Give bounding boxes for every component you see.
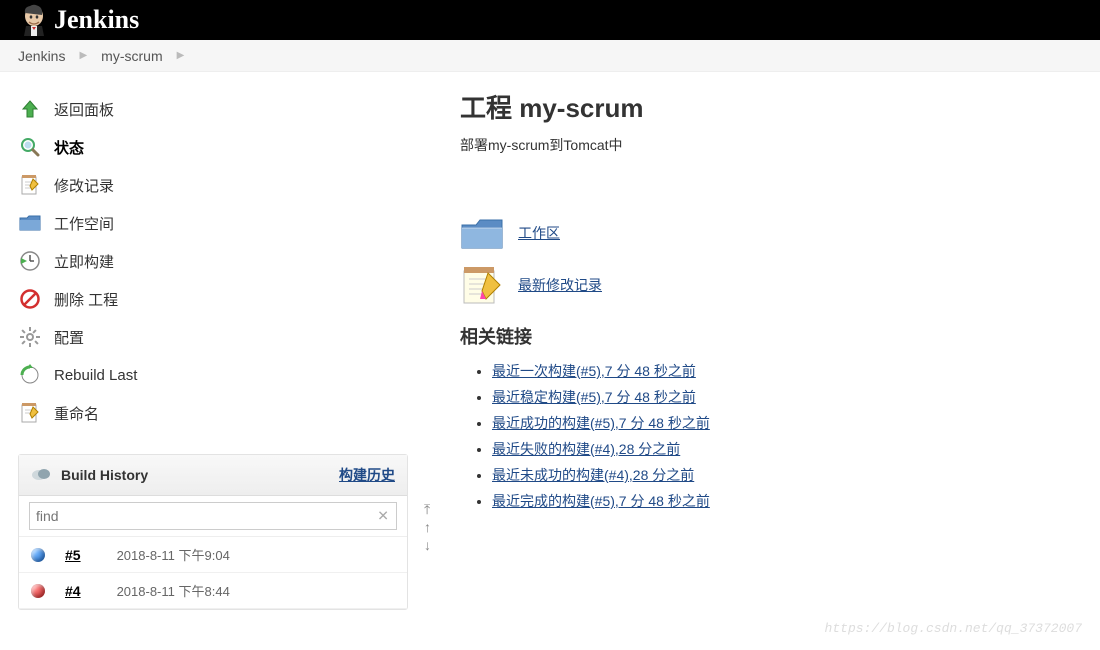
sidebar-item-label: 删除 工程 — [54, 289, 118, 310]
sidebar-item-label: 重命名 — [54, 403, 99, 424]
sidebar-item-rebuild[interactable]: Rebuild Last — [18, 356, 420, 394]
top-bar: Jenkins — [0, 0, 1100, 40]
related-link[interactable]: 最近稳定构建(#5),7 分 48 秒之前 — [492, 389, 696, 405]
up-arrow-icon — [18, 97, 42, 121]
logo-text: Jenkins — [54, 5, 139, 35]
breadcrumbs: Jenkins ▶ my-scrum ▶ — [0, 40, 1100, 72]
sidebar: 返回面板 状态 修改记录 工作空间 立即构建 — [0, 72, 420, 610]
status-ball-failed-icon — [31, 584, 45, 598]
page-title: 工程 my-scrum — [460, 88, 1082, 125]
related-link[interactable]: 最近成功的构建(#5),7 分 48 秒之前 — [492, 415, 710, 431]
weather-icon — [31, 467, 51, 483]
sidebar-item-label: 返回面板 — [54, 99, 114, 120]
list-item: 最近失败的构建(#4),28 分之前 — [492, 439, 1082, 459]
workspace-link[interactable]: 工作区 — [518, 223, 560, 243]
history-scroll-controls: ⤒ ↑ ↓ — [424, 502, 431, 552]
related-link[interactable]: 最近一次构建(#5),7 分 48 秒之前 — [492, 363, 696, 379]
page-description: 部署my-scrum到Tomcat中 — [460, 135, 1082, 155]
build-row[interactable]: #4 2018-8-11 下午8:44 — [19, 573, 407, 609]
folder-large-icon — [460, 215, 504, 251]
build-history-body: ✕ ⤒ ↑ ↓ #5 2018-8-11 下午9:04 #4 2018-8-11… — [19, 496, 407, 609]
related-links-heading: 相关链接 — [460, 323, 1082, 349]
scroll-down-icon[interactable]: ↓ — [424, 538, 431, 552]
clock-play-icon — [18, 249, 42, 273]
main-content: 工程 my-scrum 部署my-scrum到Tomcat中 工作区 最新修改记… — [420, 72, 1100, 610]
related-link[interactable]: 最近未成功的构建(#4),28 分之前 — [492, 467, 694, 483]
jenkins-butler-icon — [20, 3, 48, 37]
build-history-title: Build History — [61, 467, 148, 483]
chevron-right-icon: ▶ — [177, 50, 185, 61]
sidebar-item-back[interactable]: 返回面板 — [18, 90, 420, 128]
build-row[interactable]: #5 2018-8-11 下午9:04 — [19, 537, 407, 573]
build-history-panel: Build History 构建历史 ✕ ⤒ ↑ ↓ #5 2018-8-11 … — [18, 454, 408, 610]
build-date: 2018-8-11 下午8:44 — [117, 581, 230, 600]
notepad-icon — [18, 173, 42, 197]
build-history-header: Build History 构建历史 — [19, 455, 407, 496]
changes-link-block: 最新修改记录 — [460, 265, 1082, 305]
scroll-top-icon[interactable]: ⤒ — [424, 502, 431, 516]
chevron-right-icon: ▶ — [79, 50, 87, 61]
sidebar-item-rename[interactable]: 重命名 — [18, 394, 420, 432]
no-entry-icon — [18, 287, 42, 311]
workspace-link-block: 工作区 — [460, 215, 1082, 251]
build-history-link[interactable]: 构建历史 — [339, 465, 395, 485]
refresh-clock-icon — [18, 363, 42, 387]
sidebar-item-delete[interactable]: 删除 工程 — [18, 280, 420, 318]
sidebar-item-build-now[interactable]: 立即构建 — [18, 242, 420, 280]
build-find-input[interactable] — [29, 502, 397, 530]
sidebar-item-changes[interactable]: 修改记录 — [18, 166, 420, 204]
build-number-link[interactable]: #5 — [65, 547, 81, 563]
sidebar-item-label: 状态 — [54, 137, 84, 158]
recent-changes-link[interactable]: 最新修改记录 — [518, 275, 602, 295]
related-link[interactable]: 最近失败的构建(#4),28 分之前 — [492, 441, 680, 457]
sidebar-item-label: Rebuild Last — [54, 367, 137, 384]
sidebar-item-configure[interactable]: 配置 — [18, 318, 420, 356]
scroll-up-icon[interactable]: ↑ — [424, 520, 431, 534]
search-icon — [18, 135, 42, 159]
watermark: https://blog.csdn.net/qq_37372007 — [825, 621, 1082, 636]
sidebar-item-label: 修改记录 — [54, 175, 114, 196]
list-item: 最近一次构建(#5),7 分 48 秒之前 — [492, 361, 1082, 381]
breadcrumb-project[interactable]: my-scrum — [101, 48, 162, 64]
build-number-link[interactable]: #4 — [65, 583, 81, 599]
gear-icon — [18, 325, 42, 349]
sidebar-item-workspace[interactable]: 工作空间 — [18, 204, 420, 242]
list-item: 最近未成功的构建(#4),28 分之前 — [492, 465, 1082, 485]
breadcrumb-root[interactable]: Jenkins — [18, 48, 65, 64]
notepad-large-icon — [460, 265, 504, 305]
sidebar-item-label: 配置 — [54, 327, 84, 348]
related-links-list: 最近一次构建(#5),7 分 48 秒之前 最近稳定构建(#5),7 分 48 … — [460, 361, 1082, 511]
list-item: 最近成功的构建(#5),7 分 48 秒之前 — [492, 413, 1082, 433]
related-link[interactable]: 最近完成的构建(#5),7 分 48 秒之前 — [492, 493, 710, 509]
sidebar-item-status[interactable]: 状态 — [18, 128, 420, 166]
sidebar-item-label: 立即构建 — [54, 251, 114, 272]
jenkins-logo[interactable]: Jenkins — [20, 3, 139, 37]
clear-icon[interactable]: ✕ — [377, 508, 389, 525]
list-item: 最近稳定构建(#5),7 分 48 秒之前 — [492, 387, 1082, 407]
status-ball-success-icon — [31, 548, 45, 562]
notepad-edit-icon — [18, 401, 42, 425]
folder-icon — [18, 211, 42, 235]
build-date: 2018-8-11 下午9:04 — [117, 545, 230, 564]
sidebar-item-label: 工作空间 — [54, 213, 114, 234]
list-item: 最近完成的构建(#5),7 分 48 秒之前 — [492, 491, 1082, 511]
